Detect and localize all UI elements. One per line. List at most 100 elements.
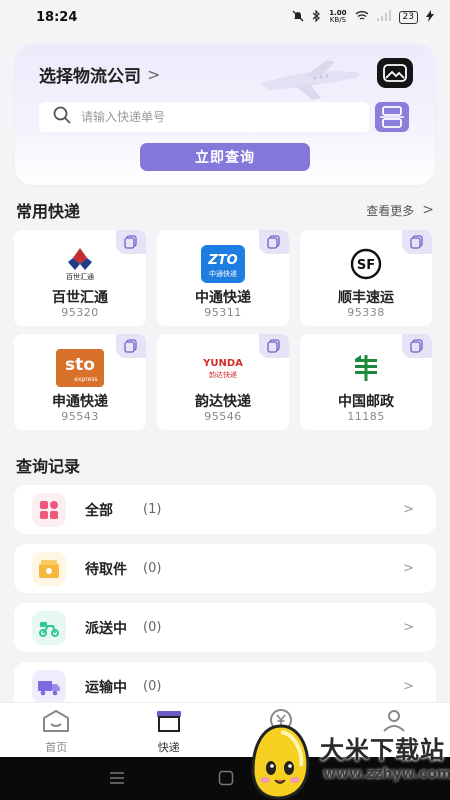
- courier-name: 申通快递: [52, 394, 108, 410]
- network-speed: 1.00 KB/S: [329, 10, 346, 24]
- courier-phone: 95338: [347, 306, 385, 319]
- courier-phone: 95311: [204, 306, 242, 319]
- best-express-logo: 百世汇通: [57, 244, 103, 284]
- watermark-url: www.zzhyw.com: [323, 766, 450, 782]
- search-icon: [53, 106, 71, 128]
- query-button[interactable]: 立即查询: [140, 143, 310, 171]
- courier-phone: 11185: [347, 410, 385, 423]
- record-row-delivering[interactable]: 派送中 (0) >: [14, 603, 436, 652]
- chevron-right-icon: >: [403, 620, 414, 635]
- courier-phone: 95320: [61, 306, 99, 319]
- courier-card-yunda[interactable]: YUNDA 韵达快递 韵达快递 95546: [157, 334, 289, 430]
- chevron-right-icon: >: [403, 679, 414, 694]
- copy-icon[interactable]: [259, 230, 289, 254]
- grid-icon: [32, 492, 66, 527]
- charging-icon: [426, 9, 434, 25]
- record-label: 全部: [85, 502, 113, 519]
- common-couriers-title: 常用快递: [16, 202, 81, 221]
- courier-card-best[interactable]: 百世汇通 百世汇通 95320: [14, 230, 146, 326]
- copy-icon[interactable]: [402, 334, 432, 358]
- courier-name: 韵达快递: [195, 394, 251, 410]
- record-count: (0): [143, 679, 162, 694]
- tab-home[interactable]: 首页: [0, 703, 113, 757]
- airplane-illustration: [260, 60, 359, 100]
- select-courier-label: 选择物流公司: [39, 67, 141, 87]
- home-square-icon[interactable]: [218, 770, 234, 786]
- sto-logo-text: sto: [65, 355, 95, 375]
- truck-icon: [32, 669, 66, 704]
- yunda-logo: YUNDA 韵达快递: [200, 348, 246, 388]
- records-title: 查询记录: [16, 457, 81, 476]
- delivery-scooter-icon: [32, 610, 66, 645]
- record-row-all[interactable]: 全部 (1) >: [14, 485, 436, 534]
- bluetooth-icon: [312, 9, 321, 25]
- mute-icon: [292, 10, 304, 25]
- tracking-number-input[interactable]: [81, 110, 341, 124]
- courier-card-sto[interactable]: sto express 申通快递 95543: [14, 334, 146, 430]
- record-count: (1): [143, 502, 162, 517]
- record-count: (0): [143, 561, 162, 576]
- record-label: 运输中: [85, 679, 127, 696]
- courier-card-china-post[interactable]: 中国邮政 11185: [300, 334, 432, 430]
- tab-label: 快递: [157, 741, 180, 754]
- select-courier-button[interactable]: 选择物流公司 >: [39, 62, 160, 87]
- menu-icon[interactable]: [109, 771, 125, 785]
- best-logo-text: 百世汇通: [66, 272, 94, 281]
- watermark-title: 大米下载站: [320, 736, 445, 764]
- yunda-logo-sub: 韵达快递: [209, 370, 237, 379]
- courier-name: 中通快递: [195, 290, 251, 306]
- courier-name: 中国邮政: [338, 394, 394, 410]
- records-header: 查询记录: [16, 453, 434, 477]
- package-icon: [32, 551, 66, 586]
- battery-level: 23: [398, 10, 418, 24]
- chevron-right-icon: >: [422, 202, 434, 218]
- sto-logo: sto express: [55, 348, 105, 388]
- record-label: 待取件: [85, 561, 127, 578]
- scan-icon: [380, 106, 404, 128]
- yunda-logo-text: YUNDA: [202, 358, 243, 369]
- chevron-right-icon: >: [403, 561, 414, 576]
- records-list: 全部 (1) > 待取件 (0) > 派送中 (0) > 运输中 (0) >: [14, 485, 436, 721]
- record-row-pending-pickup[interactable]: 待取件 (0) >: [14, 544, 436, 593]
- chevron-right-icon: >: [147, 65, 161, 84]
- signal-icon: [376, 10, 391, 24]
- copy-icon[interactable]: [402, 230, 432, 254]
- courier-card-zto[interactable]: ZTO 中通快递 中通快递 95311: [157, 230, 289, 326]
- home-icon: [43, 710, 70, 732]
- copy-icon[interactable]: [116, 334, 146, 358]
- courier-card-sf[interactable]: SF 顺丰速运 95338: [300, 230, 432, 326]
- courier-grid: 百世汇通 百世汇通 95320 ZTO 中通快递 中通快递 95311 SF 顺…: [14, 230, 434, 430]
- sf-logo: SF: [343, 244, 389, 284]
- courier-phone: 95546: [204, 410, 242, 423]
- wifi-icon: [355, 10, 369, 24]
- common-couriers-header: 常用快递 查看更多 >: [16, 198, 434, 222]
- view-more-label: 查看更多: [366, 203, 415, 218]
- box-icon: [156, 711, 181, 732]
- tab-label: 首页: [45, 741, 68, 754]
- copy-icon[interactable]: [259, 334, 289, 358]
- courier-name: 顺丰速运: [338, 290, 394, 306]
- watermark: 大米下载站 www.zzhyw.com: [245, 718, 450, 800]
- view-more-link[interactable]: 查看更多 >: [366, 202, 434, 219]
- china-post-logo: [343, 348, 389, 388]
- zto-logo-sub: 中通快递: [209, 269, 237, 278]
- zto-logo: ZTO 中通快递: [200, 244, 246, 284]
- record-count: (0): [143, 620, 162, 635]
- courier-name: 百世汇通: [52, 290, 108, 306]
- chevron-right-icon: >: [403, 502, 414, 517]
- copy-icon[interactable]: [116, 230, 146, 254]
- sf-logo-text: SF: [357, 258, 375, 273]
- status-icons: 1.00 KB/S 23: [292, 9, 434, 25]
- network-speed-unit: KB/S: [329, 16, 346, 24]
- zto-logo-text: ZTO: [207, 253, 237, 268]
- tracking-number-field[interactable]: [39, 102, 369, 132]
- courier-phone: 95543: [61, 410, 99, 423]
- status-time: 18:24: [36, 9, 78, 25]
- image-recognition-icon[interactable]: [377, 58, 413, 88]
- scan-button[interactable]: [375, 102, 409, 132]
- search-card: 选择物流公司 > 立即查询: [15, 44, 435, 185]
- record-label: 派送中: [85, 620, 127, 637]
- mascot-logo: [251, 724, 310, 800]
- status-bar: 18:24 1.00 KB/S 23: [0, 0, 450, 34]
- tab-express[interactable]: 快递: [113, 703, 226, 757]
